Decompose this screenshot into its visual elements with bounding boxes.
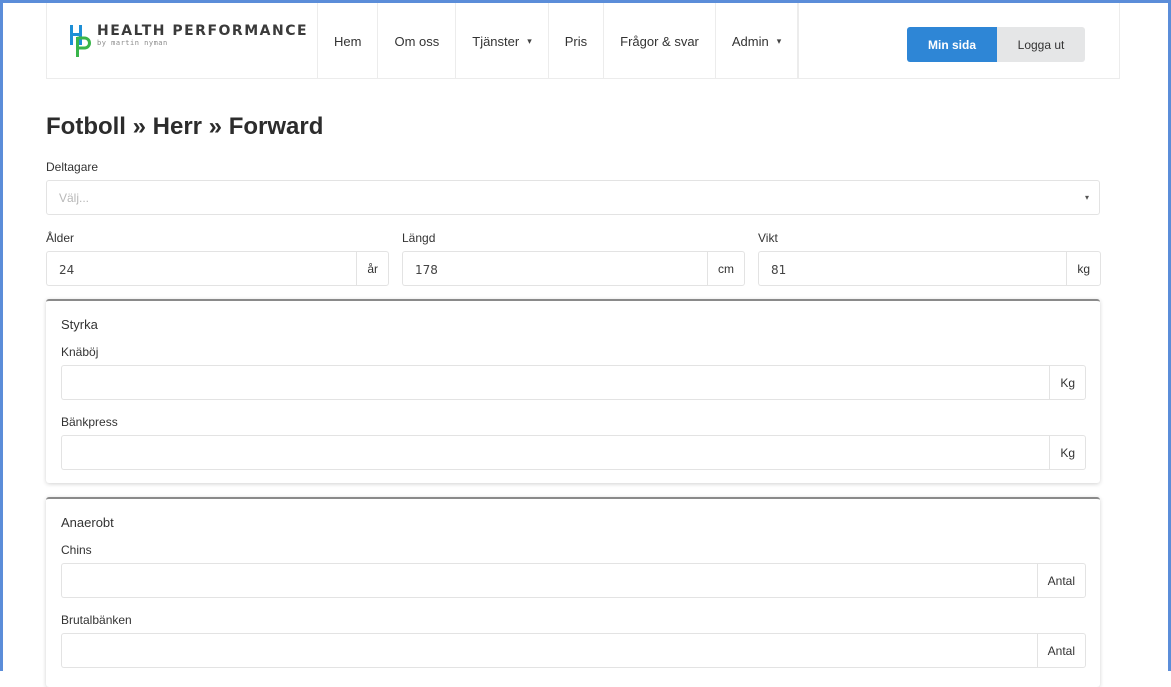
brand-text: HEALTH PERFORMANCE by martin nyman — [97, 23, 308, 48]
top-navbar: HEALTH PERFORMANCE by martin nyman Hem O… — [46, 3, 1120, 79]
brutal-bench-input[interactable] — [61, 633, 1037, 668]
page-title: Fotboll » Herr » Forward — [46, 113, 324, 140]
nav-item-label: Frågor & svar — [620, 33, 699, 49]
brand-title: HEALTH PERFORMANCE — [97, 23, 309, 39]
age-input-group: 24 år — [46, 251, 389, 286]
participant-placeholder: Välj... — [59, 191, 90, 205]
brutal-bench-unit: Antal — [1036, 633, 1086, 668]
height-input-group: 178 cm — [402, 251, 745, 286]
brand-logo[interactable]: HEALTH PERFORMANCE by martin nyman — [69, 23, 309, 63]
chins-input[interactable] — [61, 563, 1037, 598]
main-nav: Hem Om oss Tjänster ▾ Pris Frågor & svar… — [317, 3, 800, 79]
nav-item-pris[interactable]: Pris — [547, 3, 603, 79]
chins-label: Chins — [61, 543, 92, 557]
nav-item-label: Hem — [334, 33, 362, 49]
age-label: Ålder — [46, 231, 75, 245]
height-label: Längd — [402, 231, 436, 245]
anaerobic-panel: Anaerobt Chins Antal Brutalbänken Antal — [46, 497, 1100, 687]
weight-unit: kg — [1066, 251, 1101, 286]
nav-item-admin[interactable]: Admin ▾ — [714, 3, 797, 79]
my-page-button[interactable]: Min sida — [907, 27, 997, 62]
chins-unit: Antal — [1036, 563, 1086, 598]
squat-input-group: Kg — [61, 365, 1086, 400]
panel-title: Styrka — [61, 317, 98, 332]
hp-logo-icon — [69, 23, 91, 59]
bench-press-input-group: Kg — [61, 435, 1086, 470]
squat-unit: Kg — [1049, 365, 1086, 400]
brand-subtitle: by martin nyman — [97, 39, 168, 47]
nav-item-tjanster[interactable]: Tjänster ▾ — [455, 3, 548, 79]
nav-item-label: Admin — [731, 33, 769, 49]
height-unit: cm — [707, 251, 745, 286]
age-input[interactable]: 24 — [46, 251, 357, 286]
nav-item-label: Tjänster — [472, 33, 520, 49]
nav-item-hem[interactable]: Hem — [317, 3, 377, 79]
auth-button-group: Min sida Logga ut — [907, 27, 1085, 62]
nav-item-label: Pris — [564, 33, 588, 49]
weight-label: Vikt — [758, 231, 778, 245]
squat-label: Knäböj — [61, 345, 99, 359]
chins-input-group: Antal — [61, 563, 1086, 598]
panel-title: Anaerobt — [61, 515, 114, 530]
bench-press-input[interactable] — [61, 435, 1050, 470]
caret-down-icon: ▾ — [527, 35, 532, 46]
brutal-bench-input-group: Antal — [61, 633, 1086, 668]
nav-item-label: Om oss — [394, 33, 440, 49]
participant-select[interactable]: Välj... ▾ — [46, 180, 1100, 215]
nav-item-fragor-svar[interactable]: Frågor & svar — [603, 3, 715, 79]
nav-divider — [797, 3, 800, 79]
participant-label: Deltagare — [46, 160, 99, 174]
caret-down-icon: ▾ — [776, 35, 782, 46]
brutal-bench-label: Brutalbänken — [61, 613, 132, 627]
strength-panel: Styrka Knäböj Kg Bänkpress Kg — [46, 299, 1100, 483]
bench-press-label: Bänkpress — [61, 415, 118, 429]
height-input[interactable]: 178 — [402, 251, 707, 286]
weight-input-group: 81 kg — [758, 251, 1101, 286]
chevron-down-icon: ▾ — [1084, 193, 1089, 202]
age-unit: år — [356, 251, 389, 286]
bench-press-unit: Kg — [1049, 435, 1086, 470]
weight-input[interactable]: 81 — [758, 251, 1067, 286]
logout-button[interactable]: Logga ut — [997, 27, 1085, 62]
nav-item-om-oss[interactable]: Om oss — [377, 3, 455, 79]
squat-input[interactable] — [61, 365, 1050, 400]
